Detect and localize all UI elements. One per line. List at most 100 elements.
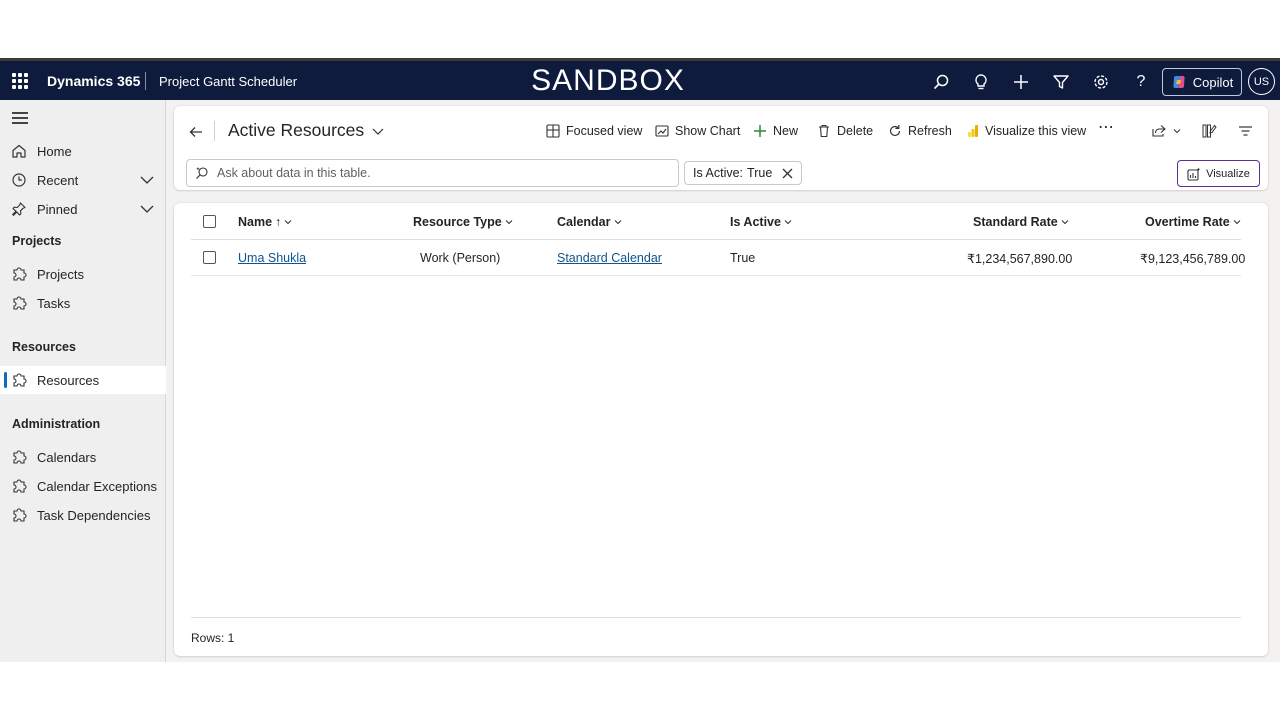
chevron-down-icon [284, 220, 292, 225]
row-checkbox[interactable] [203, 251, 216, 264]
column-header-name[interactable]: Name ↑ [238, 215, 292, 229]
column-header-calendar[interactable]: Calendar [557, 215, 622, 229]
sidebar-item-task-dependencies[interactable]: Task Dependencies [0, 501, 166, 529]
cell-resource-type: Work (Person) [420, 251, 501, 265]
chevron-down-icon[interactable] [140, 173, 154, 187]
puzzle-icon [13, 508, 27, 522]
sidebar-item-resources[interactable]: Resources [0, 366, 166, 394]
chevron-down-icon [1233, 220, 1241, 225]
puzzle-icon [13, 450, 27, 464]
refresh-button[interactable]: Refresh [888, 120, 952, 142]
trash-icon [819, 124, 829, 138]
focused-view-button[interactable]: Focused view [546, 120, 642, 142]
environment-banner: SANDBOX [531, 64, 685, 97]
cell-name-link[interactable]: Uma Shukla [238, 251, 306, 265]
filter-chip-is-active[interactable]: Is Active: True [684, 161, 803, 185]
chevron-down-icon [505, 220, 513, 225]
clock-icon [12, 173, 26, 187]
new-button[interactable]: New [753, 120, 798, 142]
sidebar-item-recent[interactable]: Recent [0, 166, 166, 194]
help-icon[interactable]: ? [1131, 72, 1151, 92]
hamburger-menu-icon[interactable] [12, 112, 28, 127]
filter-chip-value: True [747, 166, 773, 180]
cell-standard-rate: ₹1,234,567,890.00 [967, 252, 1073, 266]
column-header-is-active[interactable]: Is Active [730, 215, 792, 229]
row-count: Rows: 1 [191, 631, 235, 645]
chevron-down-icon [784, 220, 792, 225]
top-bar: Dynamics 365 Project Gantt Scheduler SAN… [0, 58, 1280, 100]
show-chart-button[interactable]: Show Chart [655, 120, 740, 142]
ask-data-input[interactable] [217, 166, 657, 180]
chart-icon [655, 125, 669, 137]
visualize-icon [1187, 167, 1201, 181]
view-title: Active Resources [228, 120, 365, 140]
share-icon [1152, 125, 1166, 137]
column-header-standard-rate[interactable]: Standard Rate [973, 215, 1069, 229]
chevron-down-icon[interactable] [140, 202, 154, 216]
view-selector[interactable]: Active Resources [228, 120, 384, 141]
plus-icon [754, 125, 766, 137]
chevron-down-icon [614, 220, 621, 225]
select-all-checkbox[interactable] [203, 215, 216, 228]
puzzle-icon [13, 479, 27, 493]
lightbulb-icon[interactable] [971, 72, 991, 92]
visualize-button[interactable]: Visualize [1177, 160, 1260, 187]
grid-footer-divider [191, 617, 1241, 618]
search-icon[interactable] [931, 72, 951, 92]
sidebar-item-pinned[interactable]: Pinned [0, 195, 166, 223]
chevron-down-icon [1061, 220, 1069, 225]
ask-data-field[interactable] [186, 159, 679, 187]
power-bi-icon [968, 125, 978, 137]
sort-ascending-icon: ↑ [275, 215, 282, 229]
cell-overtime-rate: ₹9,123,456,789.00 [1140, 252, 1246, 266]
sidebar-item-tasks[interactable]: Tasks [0, 289, 166, 317]
screen: Dynamics 365 Project Gantt Scheduler SAN… [0, 0, 1280, 720]
sparkle-search-icon [196, 167, 208, 179]
cell-is-active: True [730, 251, 756, 265]
column-header-resource-type[interactable]: Resource Type [413, 215, 513, 229]
nav-group-resources: Resources [12, 340, 76, 354]
close-icon[interactable] [782, 168, 793, 179]
copilot-button[interactable]: Copilot [1162, 68, 1242, 96]
share-button[interactable] [1151, 120, 1181, 142]
nav-group-administration: Administration [12, 417, 101, 431]
nav-group-projects: Projects [12, 234, 62, 248]
sidebar-item-calendars[interactable]: Calendars [0, 443, 166, 471]
settings-icon[interactable] [1091, 72, 1111, 92]
table-row[interactable]: Uma Shukla Work (Person) Standard Calend… [191, 240, 1245, 276]
title-divider [214, 121, 215, 141]
avatar[interactable]: US [1248, 68, 1275, 95]
grid-header-row: Name ↑ Resource Type Calendar Is Active … [191, 203, 1241, 240]
pin-icon [12, 202, 26, 216]
column-header-overtime-rate[interactable]: Overtime Rate [1145, 215, 1241, 229]
edit-filters-button[interactable] [1238, 120, 1253, 142]
sidebar-item-projects[interactable]: Projects [0, 260, 166, 288]
focused-view-icon [546, 124, 560, 138]
chevron-down-icon [1173, 129, 1181, 134]
more-commands-icon[interactable]: ⋯ [1098, 116, 1114, 138]
copilot-icon [1173, 76, 1185, 88]
filter-chip-label: Is Active: [693, 166, 744, 180]
edit-columns-icon [1202, 124, 1217, 138]
puzzle-icon [13, 296, 27, 310]
filter-lines-icon [1239, 126, 1252, 136]
visualize-view-button[interactable]: Visualize this view [967, 120, 1086, 142]
refresh-icon [889, 125, 901, 137]
delete-button[interactable]: Delete [817, 120, 873, 142]
chevron-down-icon [372, 128, 384, 135]
plus-icon[interactable] [1011, 72, 1031, 92]
puzzle-icon [13, 267, 27, 281]
command-panel: Active Resources Focused view Show Chart… [174, 106, 1268, 190]
app-window: Dynamics 365 Project Gantt Scheduler SAN… [0, 58, 1280, 662]
filter-icon[interactable] [1051, 72, 1071, 92]
sidebar-item-home[interactable]: Home [0, 137, 166, 165]
edit-columns-button[interactable] [1202, 120, 1217, 142]
data-grid: Name ↑ Resource Type Calendar Is Active … [174, 203, 1268, 656]
copilot-label: Copilot [1192, 74, 1234, 90]
cell-calendar-link[interactable]: Standard Calendar [557, 251, 662, 265]
home-icon [12, 144, 26, 158]
back-arrow-icon[interactable] [188, 124, 204, 140]
puzzle-icon [13, 373, 27, 387]
sidebar-item-calendar-exceptions[interactable]: Calendar Exceptions [0, 472, 166, 500]
sidebar: Home Recent Pinned Projects Projects Tas… [0, 100, 166, 662]
